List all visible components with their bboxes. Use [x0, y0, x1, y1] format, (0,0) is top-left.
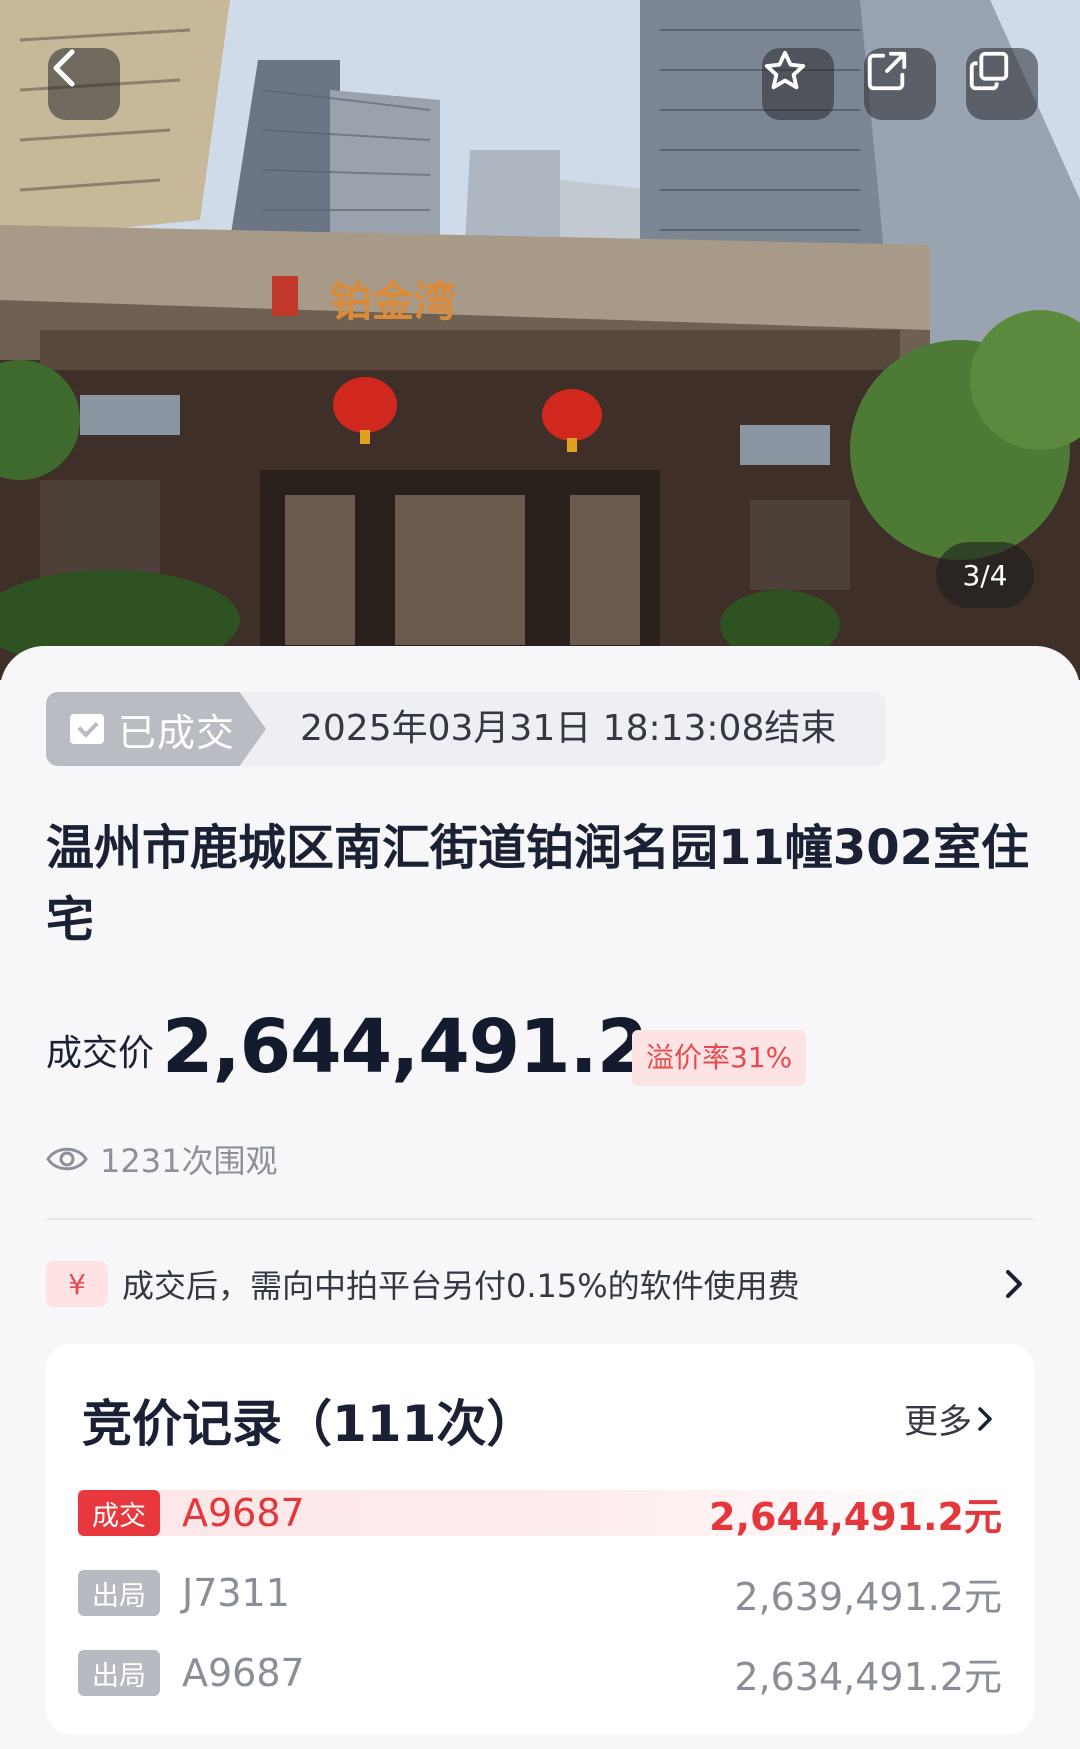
- bid-record-more-link[interactable]: 更多: [904, 1394, 998, 1443]
- price-value: 2,644,491.2: [162, 1004, 648, 1090]
- share-icon: [867, 51, 907, 91]
- property-photo[interactable]: 铂金湾 3/4: [0, 0, 1080, 680]
- software-fee-notice[interactable]: ¥ 成交后，需向中拍平台另付0.15%的软件使用费: [46, 1256, 1034, 1312]
- auction-end-time: 2025年03月31日 18:13:08结束: [300, 708, 837, 749]
- photo-page-counter: 3/4: [936, 542, 1034, 608]
- status-tag: 已成交: [46, 692, 266, 766]
- bidder-id: A9687: [182, 1651, 305, 1695]
- chevron-right-icon: [978, 1406, 992, 1431]
- star-icon: [764, 50, 806, 90]
- view-count-text: 1231次围观: [100, 1142, 278, 1180]
- view-count: 1231次围观: [46, 1134, 277, 1184]
- building-sign: 铂金湾: [330, 277, 456, 326]
- calendar-check-icon: [70, 714, 104, 744]
- bid-row: 出局 J7311 2,639,491.2元: [78, 1570, 1002, 1619]
- bid-amount: 2,644,491.2元: [709, 1494, 1002, 1539]
- bid-status-badge: 出局: [78, 1570, 160, 1616]
- bid-amount: 2,639,491.2元: [734, 1574, 1002, 1619]
- share-button[interactable]: [864, 48, 936, 120]
- price-label: 成交价: [46, 1033, 155, 1074]
- bidder-id: A9687: [182, 1491, 305, 1535]
- back-icon: [53, 49, 75, 87]
- favorite-button[interactable]: [762, 48, 834, 120]
- chevron-right-icon: [1006, 1270, 1022, 1298]
- premium-rate-badge: 溢价率31%: [632, 1030, 807, 1086]
- divider: [46, 1218, 1034, 1220]
- final-price: 成交价 2,644,491.2 元: [46, 1000, 687, 1090]
- more-label: 更多: [904, 1402, 972, 1442]
- listing-title: 温州市鹿城区南汇街道铂润名园11幢302室住宅: [46, 820, 1029, 948]
- copy-icon: [969, 51, 1009, 91]
- fee-notice-text: 成交后，需向中拍平台另付0.15%的软件使用费: [122, 1267, 800, 1305]
- copy-button[interactable]: [966, 48, 1038, 120]
- back-button[interactable]: [48, 48, 120, 120]
- bid-status-badge: 成交: [78, 1490, 160, 1536]
- auction-status-bar: 已成交 2025年03月31日 18:13:08结束: [46, 692, 886, 766]
- yuan-icon: ¥: [46, 1261, 108, 1307]
- bid-row: 出局 A9687 2,634,491.2元: [78, 1650, 1002, 1699]
- status-label: 已成交: [118, 710, 236, 755]
- bid-record-card: 竞价记录（111次） 更多 成交 A9687 2,644,491.2元 出局 J…: [46, 1344, 1034, 1734]
- bid-row-winning: 成交 A9687 2,644,491.2元: [78, 1490, 1002, 1539]
- bidder-id: J7311: [182, 1571, 290, 1615]
- bid-amount: 2,634,491.2元: [734, 1654, 1002, 1699]
- bid-status-badge: 出局: [78, 1650, 160, 1696]
- eye-icon: [46, 1147, 88, 1171]
- bid-record-title: 竞价记录（111次）: [82, 1395, 537, 1453]
